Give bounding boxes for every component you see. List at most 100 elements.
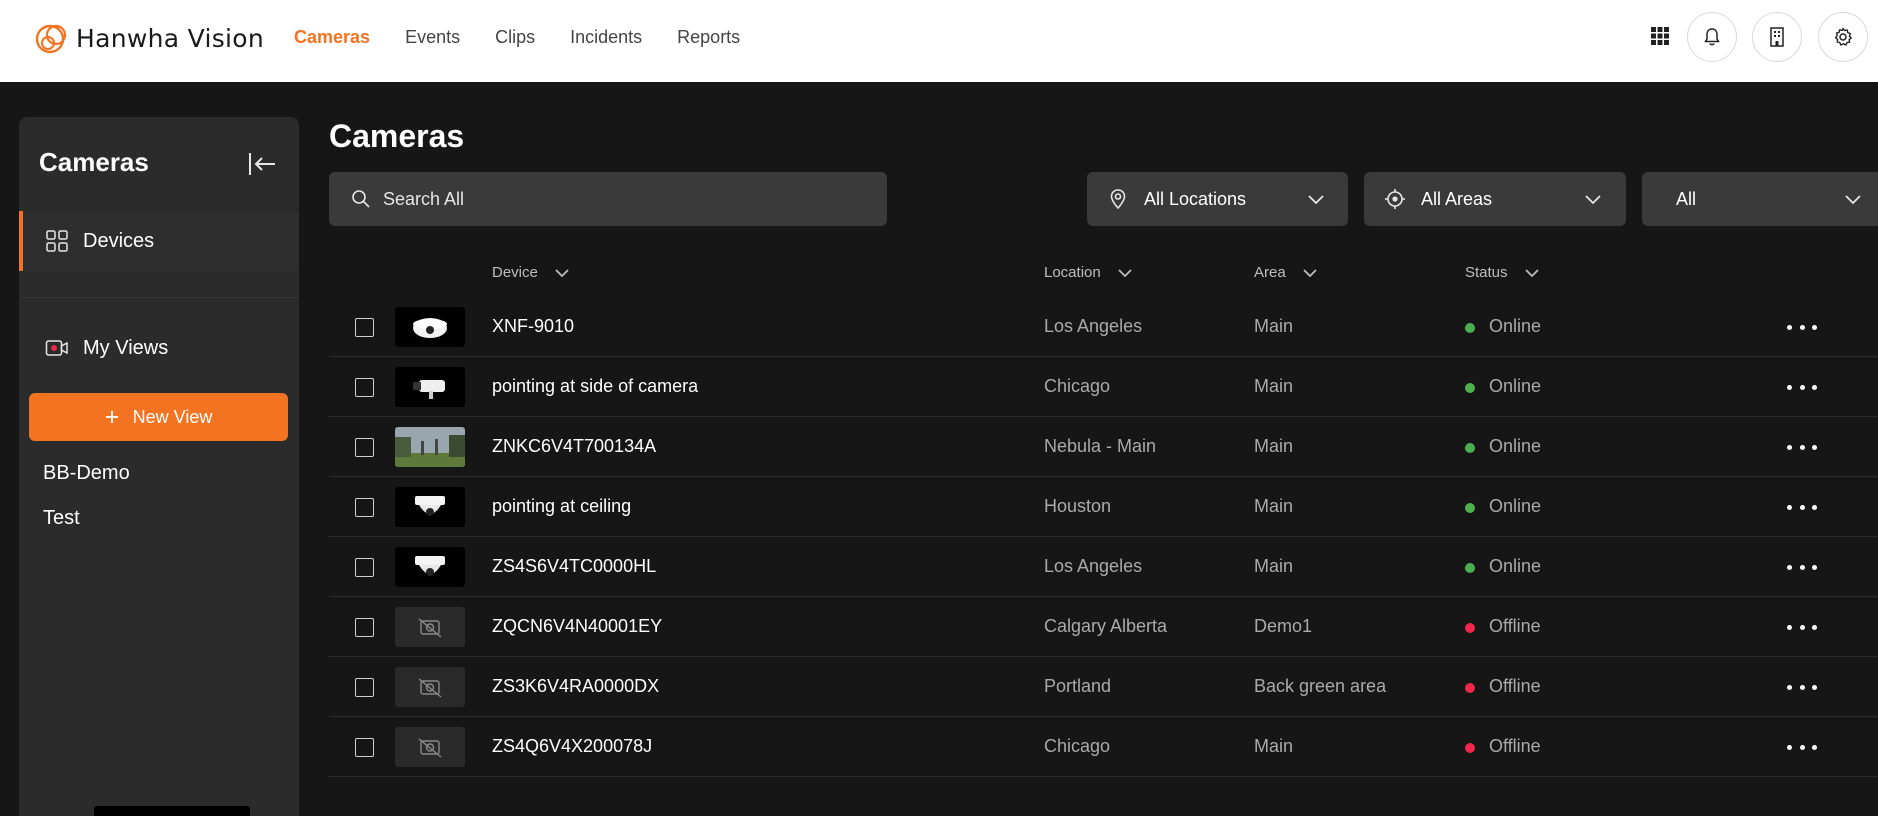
device-status: Offline — [1489, 616, 1541, 636]
column-label: Area — [1254, 264, 1286, 281]
device-status: Offline — [1489, 736, 1541, 756]
bell-icon — [1704, 28, 1720, 46]
more-options-icon[interactable] — [1787, 378, 1817, 396]
row-checkbox[interactable] — [355, 438, 374, 457]
collapse-sidebar-icon[interactable] — [247, 151, 277, 177]
status-dot — [1465, 503, 1475, 513]
table-row[interactable]: ZS4S6V4TC0000HL Los Angeles Main Online — [329, 537, 1878, 597]
device-area: Main — [1254, 496, 1294, 516]
status-dot — [1465, 683, 1475, 693]
brand-name: Hanwha Vision — [76, 23, 265, 53]
column-label: Location — [1044, 264, 1101, 281]
chevron-down-icon — [555, 268, 569, 277]
settings-button[interactable] — [1818, 12, 1868, 62]
row-checkbox[interactable] — [355, 378, 374, 397]
view-link-bb-demo[interactable]: BB-Demo — [43, 462, 130, 485]
device-name[interactable]: ZS3K6V4RA0000DX — [492, 676, 659, 697]
device-status: Online — [1489, 376, 1542, 396]
areas-dropdown[interactable]: All Areas — [1364, 172, 1626, 226]
row-checkbox[interactable] — [355, 498, 374, 517]
more-options-icon[interactable] — [1787, 618, 1817, 636]
column-header-status[interactable]: Status — [1465, 264, 1540, 281]
camera-thumbnail — [395, 367, 465, 407]
column-header-device[interactable]: Device — [492, 264, 570, 281]
device-location: Chicago — [1044, 376, 1111, 396]
sidebar-item-devices[interactable]: Devices — [19, 211, 299, 271]
more-options-icon[interactable] — [1787, 438, 1817, 456]
hanwha-logo-icon — [35, 24, 67, 54]
device-location: Nebula - Main — [1044, 436, 1157, 456]
row-checkbox[interactable] — [355, 618, 374, 637]
view-link-test[interactable]: Test — [43, 507, 80, 530]
table-header: Device Location Area Status — [0, 264, 1878, 290]
device-name[interactable]: ZS4S6V4TC0000HL — [492, 556, 656, 577]
table-row[interactable]: pointing at ceiling Houston Main Online — [329, 477, 1878, 537]
device-status: Online — [1489, 436, 1542, 456]
device-name[interactable]: pointing at ceiling — [492, 496, 631, 517]
table-row[interactable]: XNF-9010 Los Angeles Main Online — [329, 297, 1878, 357]
more-options-icon[interactable] — [1787, 318, 1817, 336]
sidebar-title: Cameras — [39, 147, 149, 177]
device-name[interactable]: ZNKC6V4T700134A — [492, 436, 656, 457]
column-header-location[interactable]: Location — [1044, 264, 1133, 281]
table-row[interactable]: ZNKC6V4T700134A Nebula - Main Main Online — [329, 417, 1878, 477]
device-area: Back green area — [1254, 676, 1387, 696]
row-checkbox[interactable] — [355, 558, 374, 577]
column-header-area[interactable]: Area — [1254, 264, 1318, 281]
device-area: Main — [1254, 376, 1294, 396]
locations-dropdown-value: All Locations — [1144, 188, 1247, 209]
device-location: Calgary Alberta — [1044, 616, 1168, 636]
cameras-sidebar: Cameras Devices My Views New View BB-Dem… — [19, 117, 299, 816]
device-name[interactable]: XNF-9010 — [492, 316, 574, 337]
search-input[interactable] — [383, 172, 863, 226]
device-location: Chicago — [1044, 736, 1111, 756]
apps-grid-icon[interactable] — [1650, 26, 1670, 46]
building-icon — [1770, 27, 1784, 47]
camera-thumbnail — [395, 427, 465, 467]
more-options-icon[interactable] — [1787, 678, 1817, 696]
row-checkbox[interactable] — [355, 738, 374, 757]
organization-button[interactable] — [1752, 12, 1802, 62]
notifications-button[interactable] — [1687, 12, 1737, 62]
device-status: Online — [1489, 556, 1542, 576]
nav-clips[interactable]: Clips — [495, 27, 535, 48]
table-row[interactable]: ZQCN6V4N40001EY Calgary Alberta Demo1 Offli… — [329, 597, 1878, 657]
more-options-icon[interactable] — [1787, 498, 1817, 516]
status-dropdown[interactable]: All — [1642, 172, 1878, 226]
table-row[interactable]: ZS4Q6V4X200078J Chicago Main Offline — [329, 717, 1878, 777]
hanwha-vision-logo[interactable]: Hanwha Vision — [34, 20, 264, 56]
nav-reports[interactable]: Reports — [677, 27, 740, 48]
table-row[interactable]: pointing at side of camera Chicago Main Onl… — [329, 357, 1878, 417]
device-status: Online — [1489, 316, 1542, 336]
device-status: Online — [1489, 496, 1542, 516]
search-icon — [352, 190, 370, 208]
device-location: Portland — [1044, 676, 1112, 696]
sidebar-item-my-views[interactable]: My Views — [19, 318, 299, 378]
nav-events[interactable]: Events — [405, 27, 460, 48]
device-name[interactable]: ZS4Q6V4X200078J — [492, 736, 652, 757]
chevron-down-icon — [1118, 268, 1132, 277]
status-dot — [1465, 563, 1475, 573]
status-dot — [1465, 383, 1475, 393]
gear-icon — [1834, 27, 1852, 46]
device-name[interactable]: ZQCN6V4N40001EY — [492, 616, 662, 637]
areas-dropdown-value: All Areas — [1421, 188, 1493, 209]
status-dot — [1465, 443, 1475, 453]
device-area: Main — [1254, 316, 1294, 336]
nav-cameras[interactable]: Cameras — [294, 27, 370, 48]
more-options-icon[interactable] — [1787, 558, 1817, 576]
device-name[interactable]: pointing at side of camera — [492, 376, 698, 397]
search-box[interactable] — [329, 172, 887, 226]
plus-icon — [105, 411, 118, 423]
nav-incidents[interactable]: Incidents — [570, 27, 642, 48]
new-view-button[interactable]: New View — [29, 393, 288, 441]
device-area: Main — [1254, 436, 1294, 456]
row-checkbox[interactable] — [355, 678, 374, 697]
row-checkbox[interactable] — [355, 318, 374, 337]
column-label: Device — [492, 264, 538, 281]
table-row[interactable]: ZS3K6V4RA0000DX Portland Back green area Of… — [329, 657, 1878, 717]
chevron-down-icon — [1585, 195, 1601, 205]
locations-dropdown[interactable]: All Locations — [1087, 172, 1348, 226]
more-options-icon[interactable] — [1787, 738, 1817, 756]
camera-off-icon — [395, 607, 465, 647]
